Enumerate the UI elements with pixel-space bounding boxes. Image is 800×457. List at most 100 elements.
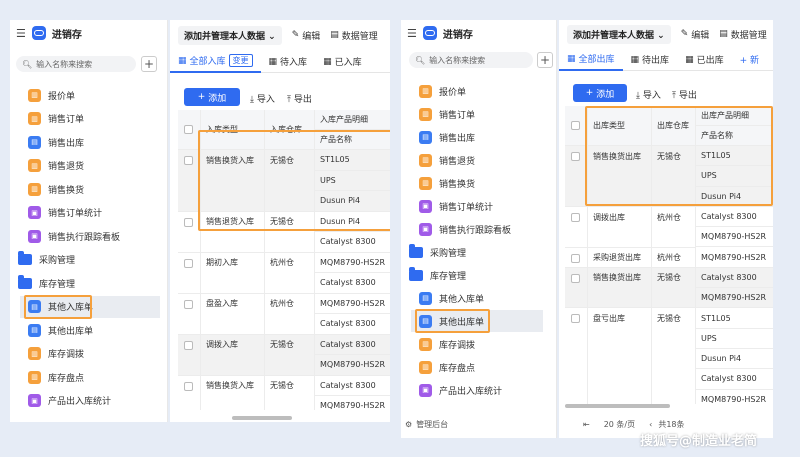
sidebar-item[interactable]: ▥ 销售退货 (419, 149, 556, 171)
doc-icon: ▣ (28, 206, 41, 219)
product-cell: Catalyst 8300 (314, 273, 390, 294)
sidebar-subitem[interactable]: ▥ 库存调拨 (411, 333, 543, 355)
sidebar-item[interactable]: ▥ 销售换货 (419, 172, 556, 194)
page-size-select[interactable]: 20 条/页 (604, 419, 635, 430)
sidebar-subitem[interactable]: ▣ 产品出入库统计 (411, 379, 543, 401)
sidebar-subitem[interactable]: ▤ 其他入库单 (20, 295, 160, 318)
right-export-button[interactable]: ⤒ 导出 (672, 88, 697, 101)
tab-pending-outbound[interactable]: ▦ 待出库 (623, 49, 678, 71)
sidebar-subitem[interactable]: ▤ 其他出库单 (411, 310, 543, 332)
left-horizontal-scrollbar[interactable] (232, 416, 292, 420)
left-add-menu-button[interactable]: + (141, 56, 157, 72)
admin-link[interactable]: ⚙ 管理后台 (405, 419, 448, 430)
doc-icon: ▤ (419, 291, 432, 305)
menu-toggle-icon[interactable]: ☰ (16, 27, 26, 40)
new-view-button[interactable]: + 新 (732, 49, 767, 71)
left-add-button[interactable]: + 添加 (184, 88, 240, 106)
sidebar-item-label: 销售换货 (439, 179, 476, 190)
right-horizontal-scrollbar[interactable] (565, 404, 670, 408)
sidebar-item[interactable]: ▥ 销售换货 (28, 178, 167, 200)
first-page-icon[interactable]: ⇤ (583, 420, 590, 429)
left-data-mgmt-button[interactable]: ▤ 数据管理 (330, 29, 378, 42)
type-cell: 调拨入库 (206, 340, 238, 350)
select-all-checkbox[interactable] (571, 121, 580, 130)
left-edit-button[interactable]: ✎ 编辑 (292, 29, 321, 42)
doc-icon: ▣ (28, 394, 41, 407)
sidebar-item[interactable]: ▣ 销售执行跟踪看板 (419, 218, 556, 240)
sidebar-item[interactable]: ▥ 销售订单 (28, 108, 167, 130)
tab-done-inbound[interactable]: ▦ 已入库 (315, 51, 370, 73)
change-badge[interactable]: 变更 (228, 54, 253, 67)
sidebar-folder-purchase[interactable]: 采购管理 (409, 241, 549, 263)
product-cell: MQM8790-HS2R (695, 288, 773, 309)
right-main: 添加并管理本人数据 ⌄ ✎ 编辑 ▤ 数据管理 ▦ 全部出库 ▦ 待出库 ▦ 已出库 + … (559, 20, 773, 438)
sidebar-subitem[interactable]: ▥ 库存调拨 (20, 343, 160, 365)
row-checkbox[interactable] (184, 258, 193, 268)
sidebar-folder-inventory[interactable]: 库存管理 (18, 272, 158, 294)
sidebar-item[interactable]: ▥ 报价单 (419, 80, 556, 102)
sidebar-subitem[interactable]: ▣ 产品出入库统计 (20, 390, 160, 412)
row-checkbox[interactable] (571, 212, 580, 222)
menu-toggle-icon[interactable]: ☰ (407, 27, 417, 40)
sidebar-item[interactable]: ▣ 销售订单统计 (28, 202, 167, 224)
left-import-button[interactable]: ⤓ 导入 (250, 92, 275, 105)
row-checkbox[interactable] (184, 217, 193, 227)
sidebar-subitem[interactable]: ▥ 库存盘点 (411, 356, 543, 378)
sidebar-item[interactable]: ▥ 报价单 (28, 84, 167, 106)
import-icon: ⤓ (636, 91, 640, 101)
folder-icon (18, 274, 32, 289)
sidebar-item[interactable]: ▤ 销售出库 (28, 131, 167, 153)
doc-icon: ▥ (28, 159, 41, 172)
prev-page-icon[interactable]: ‹ (649, 420, 652, 429)
sidebar-subitem[interactable]: ▤ 其他出库单 (20, 319, 160, 341)
row-checkbox[interactable] (184, 299, 193, 309)
tab-done-outbound[interactable]: ▦ 已出库 (677, 49, 732, 71)
folder-icon (409, 243, 423, 258)
sidebar-item[interactable]: ▥ 销售订单 (419, 103, 556, 125)
tab-all-outbound[interactable]: ▦ 全部出库 (559, 49, 623, 71)
right-data-mgmt-button[interactable]: ▤ 数据管理 (719, 28, 767, 41)
row-checkbox[interactable] (184, 381, 193, 391)
sidebar-item-label: 报价单 (439, 87, 467, 98)
type-cell: 调拨出库 (593, 212, 625, 222)
search-icon: 🔍︎ (22, 59, 33, 69)
doc-icon: ▣ (419, 383, 432, 397)
sidebar-item[interactable]: ▣ 销售执行跟踪看板 (28, 225, 167, 247)
left-view-dropdown[interactable]: 添加并管理本人数据 ⌄ (178, 25, 282, 45)
row-checkbox[interactable] (571, 273, 580, 283)
right-view-dropdown[interactable]: 添加并管理本人数据 ⌄ (567, 24, 671, 44)
select-all-checkbox[interactable] (184, 125, 193, 134)
row-checkbox[interactable] (184, 340, 193, 350)
sidebar-item-label: 其他出库单 (439, 317, 485, 328)
product-cell: UPS (695, 166, 773, 187)
warehouse-cell: 杭州仓 (270, 258, 294, 268)
left-export-button[interactable]: ⤒ 导出 (287, 92, 312, 105)
row-checkbox[interactable] (571, 253, 580, 263)
sidebar-item[interactable]: ▣ 销售订单统计 (419, 195, 556, 217)
right-edit-button[interactable]: ✎ 编辑 (681, 28, 710, 41)
left-search-input[interactable]: 🔍︎ 输入名称来搜索 (16, 56, 136, 72)
app-logo-icon (422, 26, 437, 40)
sidebar-item[interactable]: ▥ 销售退货 (28, 155, 167, 177)
sidebar-folder-purchase[interactable]: 采购管理 (18, 249, 158, 271)
sidebar-item-label: 销售订单统计 (48, 209, 103, 219)
product-cell: ST1L05 (695, 146, 773, 167)
sidebar-item-label: 其他出库单 (48, 326, 94, 337)
doc-icon: ▥ (28, 182, 41, 196)
sidebar-folder-inventory[interactable]: 库存管理 (409, 264, 549, 286)
right-search-input[interactable]: 🔍︎ 输入名称来搜索 (409, 52, 533, 68)
sidebar-subitem[interactable]: ▤ 其他入库单 (411, 287, 543, 309)
right-app-header: ☰ 进销存 (401, 20, 556, 46)
sidebar-item[interactable]: ▤ 销售出库 (419, 126, 556, 148)
right-add-button[interactable]: + 添加 (573, 84, 627, 102)
right-sidebar: ☰ 进销存 🔍︎ 输入名称来搜索 + ▥ 报价单 ▥ 销售订单 ▤ 销售出库 ▥ 销售退货 ▥ 销… (401, 20, 557, 438)
right-import-button[interactable]: ⤓ 导入 (636, 88, 661, 101)
right-add-menu-button[interactable]: + (537, 52, 553, 68)
tab-pending-inbound[interactable]: ▦ 待入库 (261, 51, 316, 73)
sidebar-subitem[interactable]: ▥ 库存盘点 (20, 366, 160, 388)
tab-all-inbound[interactable]: ▦ 全部入库 变更 (170, 51, 261, 73)
row-checkbox[interactable] (571, 314, 580, 324)
row-checkbox[interactable] (571, 152, 580, 161)
row-checkbox[interactable] (184, 156, 193, 165)
left-inbound-table: 入库类型 入库仓库 入库产品明细 产品名称 销售换货入库 无锡仓 ST1L05 UPS Dusu… (178, 110, 390, 410)
